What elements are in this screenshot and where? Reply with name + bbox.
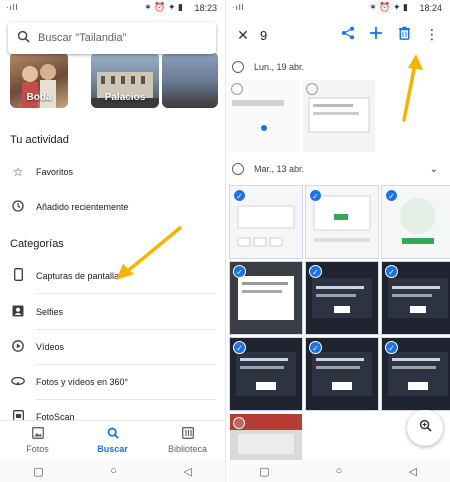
- panorama-icon: [0, 375, 36, 389]
- photo-thumbnail[interactable]: ✓: [229, 261, 303, 335]
- selection-screen: ·ıll ✶ ⏰ ✦ ▮ 18:24 ✕ 9 ⋮ Lun., 19 abr. M…: [225, 0, 450, 482]
- status-icons: ✶ ⏰ ✦ ▮: [144, 2, 183, 12]
- photo-thumbnail[interactable]: [303, 80, 375, 152]
- selfie-icon: [0, 305, 36, 320]
- tab-fotos[interactable]: Fotos: [0, 421, 75, 460]
- home-icon[interactable]: ○: [336, 465, 343, 477]
- tab-label: Buscar: [97, 444, 128, 454]
- select-radio[interactable]: [306, 83, 318, 95]
- check-icon[interactable]: ✓: [233, 341, 246, 354]
- photo-thumbnail[interactable]: ✓: [229, 185, 303, 259]
- tab-label: Biblioteca: [167, 444, 208, 454]
- photo-thumbnail[interactable]: [228, 80, 301, 152]
- date-group-header[interactable]: Lun., 19 abr.: [226, 56, 450, 78]
- status-icons: ✶ ⏰ ✦ ▮: [369, 2, 408, 12]
- bottom-navigation: Fotos Buscar Biblioteca: [0, 420, 225, 460]
- status-time: 18:23: [194, 3, 217, 13]
- home-icon[interactable]: ○: [110, 465, 117, 477]
- photo-thumbnail[interactable]: ✓: [305, 337, 379, 411]
- back-icon[interactable]: ◁: [408, 465, 416, 478]
- close-icon[interactable]: ✕: [226, 27, 260, 44]
- check-icon[interactable]: ✓: [309, 189, 322, 202]
- category-item-screenshots[interactable]: Capturas de pantalla: [0, 258, 215, 294]
- status-bar: ·ıll ✶ ⏰ ✦ ▮ 18:23: [0, 0, 225, 16]
- tab-label: Fotos: [26, 444, 49, 454]
- search-icon: [8, 30, 38, 46]
- photo-thumbnail[interactable]: ✓: [305, 261, 379, 335]
- recents-icon[interactable]: ▢: [259, 465, 269, 478]
- category-item-360[interactable]: Fotos y vídeos en 360°: [0, 364, 215, 400]
- phone-icon: [0, 268, 36, 284]
- star-icon: ☆: [12, 165, 24, 179]
- group-date: Lun., 19 abr.: [254, 62, 305, 72]
- signal-icon: ·ıll: [232, 3, 245, 12]
- category-item-label: Vídeos: [36, 342, 65, 352]
- categories-heading: Categorías: [10, 238, 64, 250]
- zoom-in-icon: [419, 419, 432, 435]
- photo-thumbnail[interactable]: ✓: [381, 261, 450, 335]
- activity-item-favorites[interactable]: ☆ Favoritos: [0, 154, 215, 190]
- photo-thumbnail[interactable]: ✓: [305, 185, 379, 259]
- album-label: Boda: [26, 92, 52, 103]
- album-third[interactable]: [162, 52, 218, 108]
- activity-item-recent[interactable]: Añadido recientemente: [0, 189, 215, 225]
- play-icon: [0, 339, 36, 355]
- check-icon[interactable]: ✓: [309, 265, 322, 278]
- tab-biblioteca[interactable]: Biblioteca: [150, 421, 225, 460]
- tab-buscar[interactable]: Buscar: [75, 421, 150, 460]
- activity-heading: Tu actividad: [10, 134, 69, 146]
- album-label: Palacios: [104, 92, 146, 103]
- category-item-label: Capturas de pantalla: [36, 271, 120, 281]
- category-item-videos[interactable]: Vídeos: [0, 329, 215, 365]
- check-icon[interactable]: ✓: [233, 265, 246, 278]
- group-select-radio[interactable]: [232, 163, 244, 175]
- action-buttons: ⋮: [334, 26, 446, 43]
- category-item-label: Selfies: [36, 307, 64, 317]
- search-bar[interactable]: Buscar "Tailandia": [8, 22, 216, 54]
- photo-icon: [0, 427, 75, 442]
- back-icon[interactable]: ◁: [183, 465, 191, 478]
- category-item-label: Fotos y vídeos en 360°: [36, 377, 129, 387]
- status-bar: ·ıll ✶ ⏰ ✦ ▮ 18:24: [226, 0, 450, 16]
- check-icon[interactable]: ✓: [233, 189, 246, 202]
- photo-thumbnail[interactable]: [230, 414, 302, 460]
- search-placeholder: Buscar "Tailandia": [38, 32, 127, 44]
- photo-thumbnail[interactable]: ✓: [381, 337, 450, 411]
- check-icon[interactable]: ✓: [385, 189, 398, 202]
- check-icon[interactable]: ✓: [385, 265, 398, 278]
- trash-icon[interactable]: [390, 26, 418, 43]
- group-select-radio[interactable]: [232, 61, 244, 73]
- zoom-button[interactable]: [407, 410, 443, 446]
- album-boda[interactable]: Boda: [10, 52, 68, 108]
- more-icon[interactable]: ⋮: [418, 26, 446, 43]
- system-navigation: ▢ ○ ◁: [226, 460, 450, 482]
- system-navigation: ▢ ○ ◁: [0, 460, 225, 482]
- add-icon[interactable]: [362, 26, 390, 43]
- share-icon[interactable]: [334, 26, 362, 43]
- recents-icon[interactable]: ▢: [33, 465, 43, 478]
- history-icon: [0, 199, 36, 215]
- status-time: 18:24: [419, 3, 442, 13]
- select-radio[interactable]: [231, 83, 243, 95]
- signal-icon: ·ıll: [6, 3, 19, 12]
- category-item-selfies[interactable]: Selfies: [0, 294, 215, 330]
- check-icon[interactable]: ✓: [385, 341, 398, 354]
- selected-count: 9: [260, 27, 268, 43]
- search-icon: [75, 427, 150, 442]
- selection-toolbar: ✕ 9 ⋮: [226, 18, 450, 52]
- photo-thumbnail[interactable]: ✓: [381, 185, 450, 259]
- check-icon[interactable]: ✓: [309, 341, 322, 354]
- library-icon: [150, 427, 225, 442]
- group-date: Mar., 13 abr.: [254, 164, 305, 174]
- activity-item-label: Añadido recientemente: [36, 202, 129, 212]
- photo-thumbnail[interactable]: ✓: [229, 337, 303, 411]
- search-screen: ·ıll ✶ ⏰ ✦ ▮ 18:23 Boda Palacios Buscar …: [0, 0, 225, 482]
- chevron-down-icon[interactable]: ⌄: [430, 164, 438, 175]
- activity-item-label: Favoritos: [36, 167, 74, 177]
- select-radio[interactable]: [233, 417, 245, 429]
- date-group-header[interactable]: Mar., 13 abr. ⌄: [226, 158, 450, 180]
- album-palacios[interactable]: Palacios: [91, 52, 159, 108]
